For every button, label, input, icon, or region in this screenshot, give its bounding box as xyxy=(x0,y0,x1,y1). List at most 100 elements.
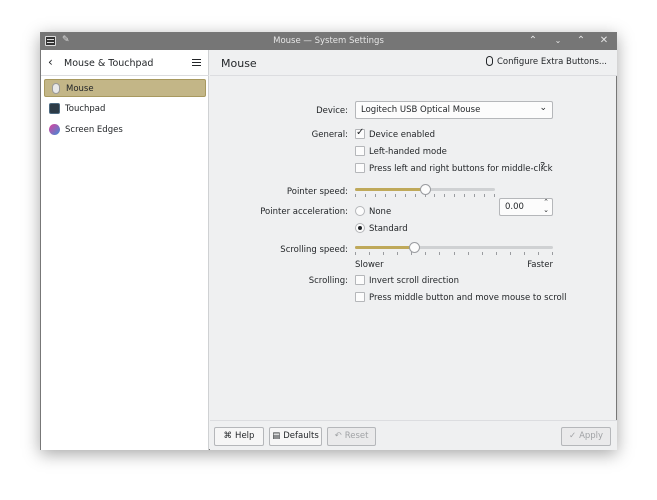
slider-tick xyxy=(364,194,366,197)
pointer-speed-spinbox[interactable]: 0.00 ⌃ ⌄ xyxy=(499,198,553,216)
slider-tick xyxy=(474,194,476,197)
system-settings-window: ✎ Mouse — System Settings ⌃ ⌄ ⌃ ✕ ‹ Mous… xyxy=(40,32,617,450)
slider-tick xyxy=(383,252,385,255)
middle-click-emulation-label: Press left and right buttons for middle-… xyxy=(369,164,553,174)
slider-tick xyxy=(414,194,416,197)
help-icon: ⌘ xyxy=(223,431,233,441)
main-panel: Mouse Configure Extra Buttons... Device:… xyxy=(210,50,617,450)
minimize-icon[interactable]: ⌄ xyxy=(551,34,565,48)
scrolling-speed-label: Scrolling speed: xyxy=(280,245,348,255)
slider-tick xyxy=(374,194,376,197)
slider-tick xyxy=(537,252,539,255)
left-handed-checkbox[interactable] xyxy=(355,146,365,156)
configure-extra-buttons-button[interactable]: Configure Extra Buttons... xyxy=(485,56,607,71)
help-button[interactable]: ⌘ Help xyxy=(214,427,264,446)
chevron-up-icon[interactable]: ⌃ xyxy=(543,198,549,206)
slider-tick xyxy=(355,194,356,197)
close-icon[interactable]: ✕ xyxy=(597,34,611,48)
page-title: Mouse xyxy=(221,57,257,70)
sidebar-item-label: Mouse xyxy=(66,84,94,94)
left-handed-label: Left-handed mode xyxy=(369,147,447,157)
hamburger-menu-icon[interactable] xyxy=(192,59,201,66)
general-label: General: xyxy=(311,130,348,140)
pointer-speed-label: Pointer speed: xyxy=(286,187,348,197)
faster-label: Faster xyxy=(527,260,553,270)
mouse-icon xyxy=(485,56,493,66)
maximize-icon[interactable]: ⌃ xyxy=(574,34,588,48)
help-icon[interactable]: ? xyxy=(540,161,545,172)
footer: ⌘ Help ▤ Defaults ↶ Reset ✓ Apply xyxy=(210,420,617,450)
slider-ticks xyxy=(355,252,553,255)
invert-scroll-label: Invert scroll direction xyxy=(369,276,459,286)
slider-fill xyxy=(355,188,425,191)
title-bar[interactable]: ✎ Mouse — System Settings ⌃ ⌄ ⌃ ✕ xyxy=(41,33,616,50)
configure-extra-buttons-label: Configure Extra Buttons... xyxy=(496,57,607,67)
apply-button[interactable]: ✓ Apply xyxy=(561,427,611,446)
device-value: Logitech USB Optical Mouse xyxy=(361,105,481,115)
slider-tick xyxy=(552,252,553,255)
slider-tick xyxy=(494,194,495,197)
keep-above-icon[interactable]: ⌃ xyxy=(526,34,540,48)
accel-standard-radio[interactable] xyxy=(355,223,365,233)
invert-scroll-checkbox[interactable] xyxy=(355,275,365,285)
chevron-down-icon: ⌄ xyxy=(539,103,547,113)
slider-fill xyxy=(355,246,415,249)
sidebar-title: Mouse & Touchpad xyxy=(64,58,154,69)
mouse-icon xyxy=(52,83,60,94)
reset-button-label: Reset xyxy=(344,431,369,441)
slider-tick xyxy=(369,252,371,255)
help-button-label: Help xyxy=(235,431,255,441)
slider-tick xyxy=(444,194,446,197)
sidebar: ‹ Mouse & Touchpad Mouse Touchpad Screen… xyxy=(41,50,209,450)
defaults-button[interactable]: ▤ Defaults xyxy=(269,427,322,446)
main-header: Mouse Configure Extra Buttons... xyxy=(210,50,617,76)
reset-button[interactable]: ↶ Reset xyxy=(327,427,376,446)
pointer-speed-slider[interactable] xyxy=(355,184,495,197)
device-enabled-checkbox[interactable] xyxy=(355,127,365,139)
slider-tick xyxy=(523,252,525,255)
sidebar-item-mouse[interactable]: Mouse xyxy=(44,79,206,97)
slider-handle[interactable] xyxy=(420,184,431,195)
accel-none-label: None xyxy=(369,207,392,217)
scrolling-label: Scrolling: xyxy=(308,276,348,286)
slider-tick xyxy=(467,252,469,255)
apply-button-label: Apply xyxy=(579,431,604,441)
slider-tick xyxy=(355,252,356,255)
slider-tick xyxy=(509,252,511,255)
slower-label: Slower xyxy=(355,260,384,270)
chevron-down-icon[interactable]: ⌄ xyxy=(543,206,549,214)
slider-tick xyxy=(481,252,483,255)
slider-tick xyxy=(384,194,386,197)
sidebar-item-label: Touchpad xyxy=(65,104,106,114)
slider-tick xyxy=(495,252,497,255)
accel-standard-label: Standard xyxy=(369,224,408,234)
device-select[interactable]: Logitech USB Optical Mouse ⌄ xyxy=(355,101,553,119)
middle-button-scroll-checkbox[interactable] xyxy=(355,292,365,302)
undo-icon: ↶ xyxy=(334,431,342,441)
document-icon: ▤ xyxy=(272,431,281,441)
slider-tick xyxy=(434,194,436,197)
checkmark-icon: ✓ xyxy=(568,431,577,441)
slider-tick xyxy=(425,252,427,255)
sidebar-item-touchpad[interactable]: Touchpad xyxy=(44,100,206,118)
touchpad-icon xyxy=(49,103,60,114)
slider-tick xyxy=(404,194,406,197)
pointer-speed-value: 0.00 xyxy=(505,202,524,212)
middle-click-emulation-checkbox[interactable] xyxy=(355,163,365,173)
defaults-button-label: Defaults xyxy=(283,431,319,441)
device-enabled-label: Device enabled xyxy=(369,130,435,140)
slider-tick xyxy=(484,194,486,197)
slider-tick xyxy=(394,194,396,197)
sidebar-item-label: Screen Edges xyxy=(65,125,123,135)
accel-none-radio[interactable] xyxy=(355,206,365,216)
slider-tick xyxy=(453,252,455,255)
screen-edges-icon xyxy=(49,124,60,135)
scrolling-speed-slider[interactable] xyxy=(355,242,553,255)
slider-tick xyxy=(439,252,441,255)
device-label: Device: xyxy=(316,106,348,116)
middle-button-scroll-label: Press middle button and move mouse to sc… xyxy=(369,293,567,303)
back-icon[interactable]: ‹ xyxy=(48,55,53,69)
sidebar-item-screen-edges[interactable]: Screen Edges xyxy=(44,121,206,139)
pointer-acceleration-label: Pointer acceleration: xyxy=(260,207,348,217)
slider-tick xyxy=(454,194,456,197)
